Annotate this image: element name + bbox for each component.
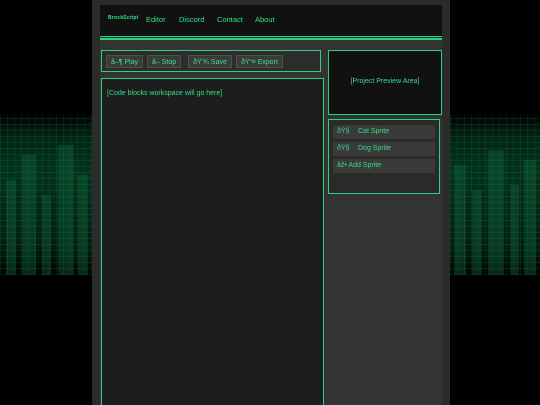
sprite-label: Cat Sprite	[358, 128, 390, 135]
code-workspace[interactable]: [Code blocks workspace will go here]	[101, 78, 324, 405]
add-sprite-button[interactable]: âž• Add Sprite	[333, 159, 435, 173]
stop-button[interactable]: â– Stop	[147, 55, 182, 68]
city-backdrop-right	[450, 115, 540, 275]
preview-placeholder: [Project Preview Area]	[350, 78, 420, 85]
save-button[interactable]: ðŸ’¾ Save	[188, 55, 232, 68]
sprite-list: ðŸ§ Cat Sprite ðŸ§ Dog Sprite âž• Add Spri…	[328, 119, 440, 194]
play-button[interactable]: â–¶ Play	[106, 55, 144, 68]
sprite-item-dog[interactable]: ðŸ§ Dog Sprite	[333, 142, 435, 156]
navbar: BrockScript Editor Discord Contact About	[100, 5, 442, 37]
toolbar: â–¶ Play â– Stop ðŸ’¾ Save ðŸ“¤ Export	[101, 50, 321, 72]
sprite-icon: ðŸ§	[337, 128, 350, 135]
nav-link-discord[interactable]: Discord	[179, 15, 204, 24]
workspace-placeholder: [Code blocks workspace will go here]	[107, 90, 223, 97]
sprite-item-cat[interactable]: ðŸ§ Cat Sprite	[333, 125, 435, 139]
city-backdrop-left	[0, 115, 92, 275]
nav-link-about[interactable]: About	[255, 15, 275, 24]
brand-logo[interactable]: BrockScript	[108, 15, 139, 21]
export-button[interactable]: ðŸ“¤ Export	[236, 55, 283, 68]
project-preview[interactable]: [Project Preview Area]	[328, 50, 442, 115]
sprite-label: Dog Sprite	[358, 145, 392, 152]
sprite-icon: ðŸ§	[337, 145, 350, 152]
nav-link-editor[interactable]: Editor	[146, 15, 166, 24]
nav-link-contact[interactable]: Contact	[217, 15, 243, 24]
